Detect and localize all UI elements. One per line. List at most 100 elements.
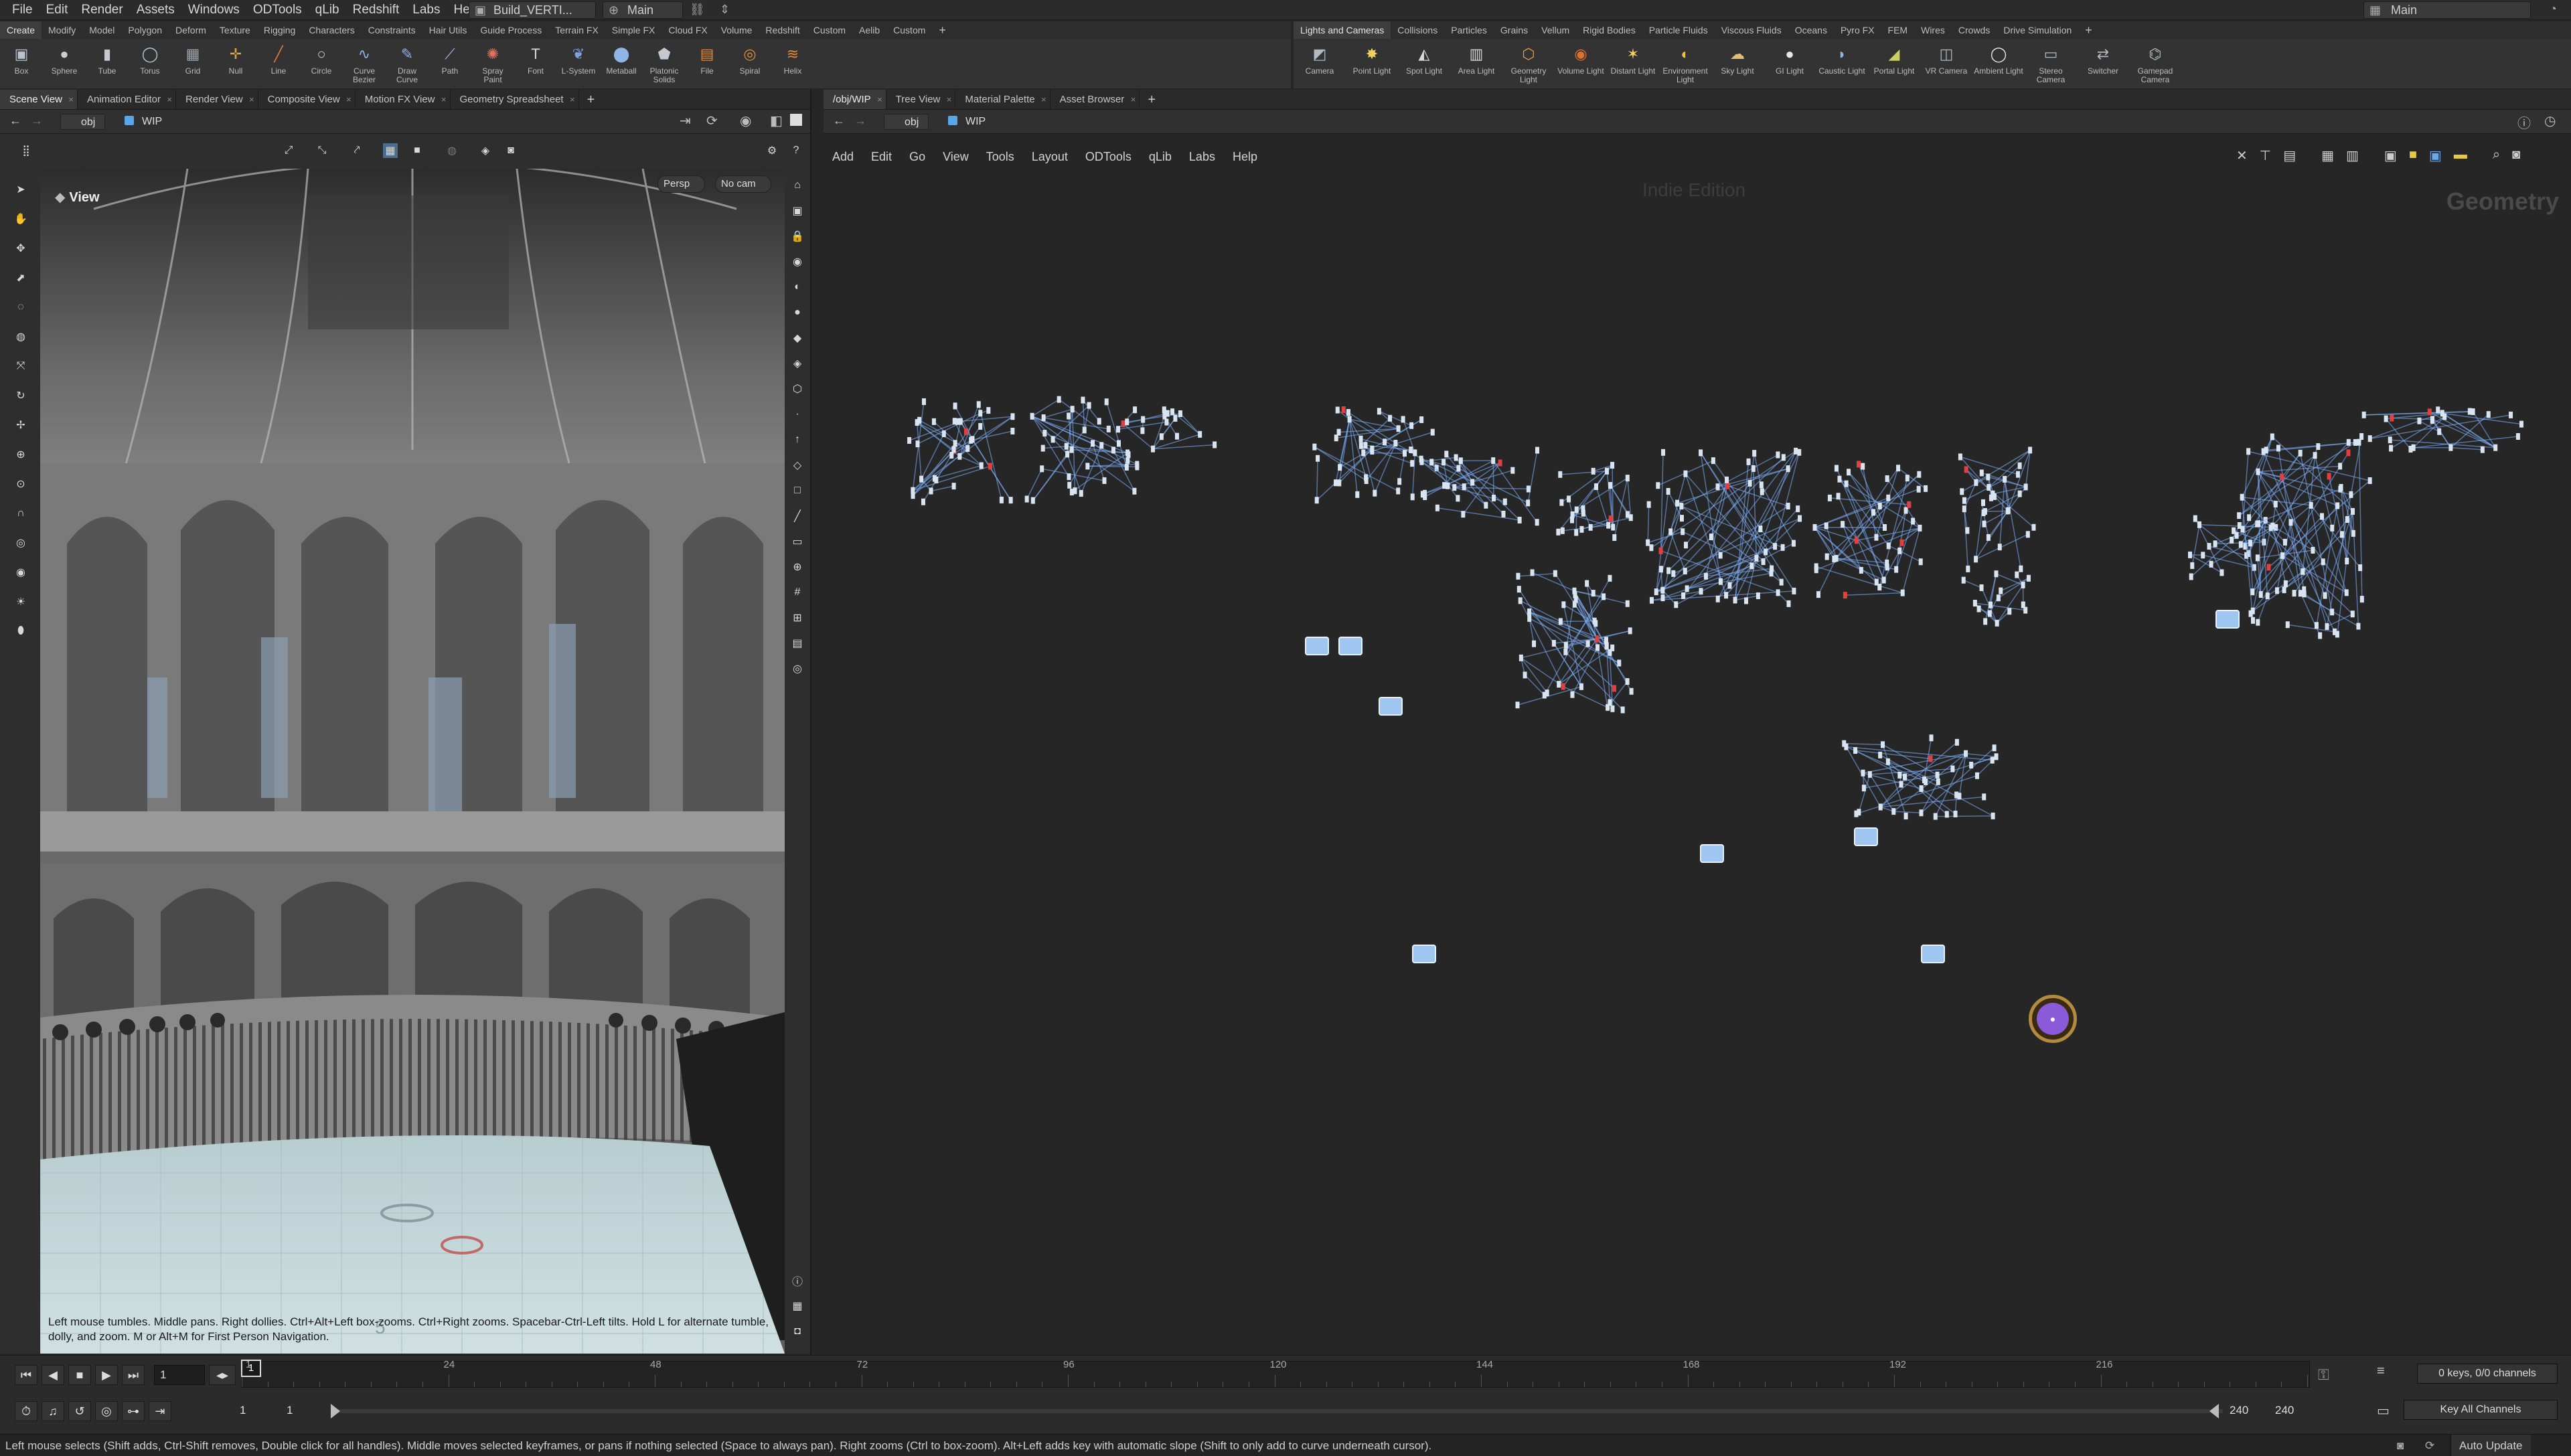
start-frame-field-2[interactable]: 1 — [281, 1401, 335, 1421]
subnet-node[interactable] — [1700, 844, 1724, 863]
node[interactable] — [2276, 444, 2281, 452]
node[interactable] — [1560, 527, 1565, 534]
node[interactable] — [2201, 552, 2205, 559]
current-frame-field[interactable]: 1 — [154, 1365, 205, 1385]
node[interactable] — [1516, 586, 1521, 593]
node[interactable] — [1542, 692, 1547, 699]
node[interactable] — [1610, 461, 1615, 469]
node[interactable] — [1919, 809, 1924, 817]
shelf-tab-viscous-fluids[interactable]: Viscous Fluids — [1715, 21, 1788, 39]
node[interactable] — [1602, 593, 1606, 600]
node[interactable] — [1681, 592, 1686, 599]
shelf-tab-lights-and-cameras[interactable]: Lights and Cameras — [1294, 21, 1391, 39]
node[interactable] — [2025, 531, 2030, 538]
node[interactable] — [1569, 516, 1574, 523]
node[interactable] — [2515, 433, 2520, 440]
node[interactable] — [1999, 587, 2003, 594]
node[interactable] — [1666, 567, 1671, 574]
node[interactable] — [1010, 427, 1015, 434]
node[interactable] — [1903, 813, 1908, 820]
node[interactable] — [1656, 482, 1660, 489]
node[interactable] — [2351, 507, 2355, 515]
node[interactable] — [2017, 490, 2022, 497]
node[interactable] — [1660, 586, 1665, 594]
menu-labs[interactable]: Labs — [406, 0, 447, 20]
network-editor[interactable]: Indie Edition Geometry ● — [824, 169, 2571, 1355]
node[interactable] — [2270, 522, 2275, 530]
points-icon[interactable]: · — [790, 407, 805, 422]
node[interactable] — [1786, 600, 1791, 607]
node[interactable] — [979, 462, 984, 469]
shelf-tool-vr-camera[interactable]: ◫ VR Camera — [1920, 39, 1972, 88]
node[interactable] — [1733, 596, 1737, 604]
shelf-tab-create[interactable]: Create — [0, 21, 42, 39]
node[interactable] — [1867, 771, 1872, 778]
node[interactable] — [919, 475, 924, 483]
node[interactable] — [1517, 516, 1522, 523]
shelf-tool-file[interactable]: ▤ File — [686, 39, 728, 88]
node[interactable] — [2388, 436, 2392, 444]
subnet-node[interactable] — [2215, 610, 2240, 629]
normals-icon[interactable]: ↑ — [790, 432, 805, 447]
tools-icon[interactable]: ✕ — [2236, 147, 2248, 167]
shelf-tool-curve-bezier[interactable]: ∿ Curve Bezier — [343, 39, 386, 88]
node[interactable] — [1881, 741, 1885, 748]
node[interactable] — [2240, 525, 2245, 533]
transform-icon[interactable]: ✢ — [13, 418, 28, 432]
node[interactable] — [1919, 785, 1924, 793]
node[interactable] — [1899, 539, 1904, 546]
node[interactable] — [1964, 750, 1968, 757]
node[interactable] — [1992, 744, 1997, 752]
visualizer-icon[interactable]: ◙ — [503, 143, 518, 158]
node[interactable] — [1986, 473, 1991, 481]
node[interactable] — [1594, 483, 1599, 491]
node[interactable] — [2339, 531, 2344, 538]
node[interactable] — [1982, 520, 1986, 528]
net-menu-tools[interactable]: Tools — [978, 145, 1023, 169]
link-icon[interactable]: ◷ — [2544, 112, 2556, 129]
node[interactable] — [2356, 623, 2361, 630]
node[interactable] — [1492, 495, 1496, 502]
node[interactable] — [2292, 590, 2296, 597]
node[interactable] — [1423, 493, 1427, 501]
node[interactable] — [1532, 640, 1537, 647]
node[interactable] — [921, 398, 926, 406]
shelf-tab-aelib[interactable]: Aelib — [852, 21, 886, 39]
audio-icon[interactable]: ♫ — [42, 1401, 64, 1421]
node[interactable] — [1936, 778, 1940, 785]
view-icon[interactable]: ✋ — [13, 212, 28, 226]
node[interactable] — [1718, 552, 1723, 559]
node[interactable] — [1679, 503, 1684, 510]
forward-arrow-icon[interactable]: → — [31, 114, 43, 128]
end-frame-field[interactable]: 240 — [2224, 1401, 2271, 1421]
shelf-tab-drive-simulation[interactable]: Drive Simulation — [1997, 21, 2078, 39]
right-desktop-selector[interactable]: ▦ Main — [2363, 1, 2531, 19]
node[interactable] — [1907, 501, 1912, 508]
auto-update-menu[interactable]: Auto Update — [2450, 1435, 2531, 1456]
menu-redshift[interactable]: Redshift — [346, 0, 406, 20]
net-menu-go[interactable]: Go — [901, 145, 934, 169]
shelf-tool-gamepad-camera[interactable]: ⌬ Gamepad Camera — [2129, 39, 2181, 88]
node[interactable] — [1393, 440, 1398, 447]
node[interactable] — [1646, 539, 1650, 546]
snap-grid-icon[interactable]: ⤡ — [315, 143, 329, 158]
node[interactable] — [1699, 449, 1703, 457]
node[interactable] — [2028, 447, 2033, 454]
shelf-tab-terrain-fx[interactable]: Terrain FX — [548, 21, 605, 39]
node[interactable] — [1996, 594, 2001, 602]
camera-lock-icon[interactable]: ◈ — [478, 143, 493, 158]
shelf-tab-modify[interactable]: Modify — [42, 21, 82, 39]
node[interactable] — [1572, 600, 1577, 608]
node[interactable] — [1628, 514, 1633, 521]
node[interactable] — [1625, 600, 1630, 607]
node[interactable] — [1126, 451, 1131, 459]
pose-icon[interactable]: ✥ — [13, 241, 28, 256]
shelf-tool-null[interactable]: ✛ Null — [214, 39, 257, 88]
ruler-icon[interactable]: ⊶ — [122, 1401, 145, 1421]
node[interactable] — [1994, 570, 1999, 578]
node[interactable] — [2357, 438, 2361, 446]
frame-icon[interactable]: ▣ — [790, 204, 805, 218]
node[interactable] — [2283, 580, 2288, 587]
node[interactable] — [1960, 488, 1964, 495]
node[interactable] — [1396, 487, 1401, 495]
